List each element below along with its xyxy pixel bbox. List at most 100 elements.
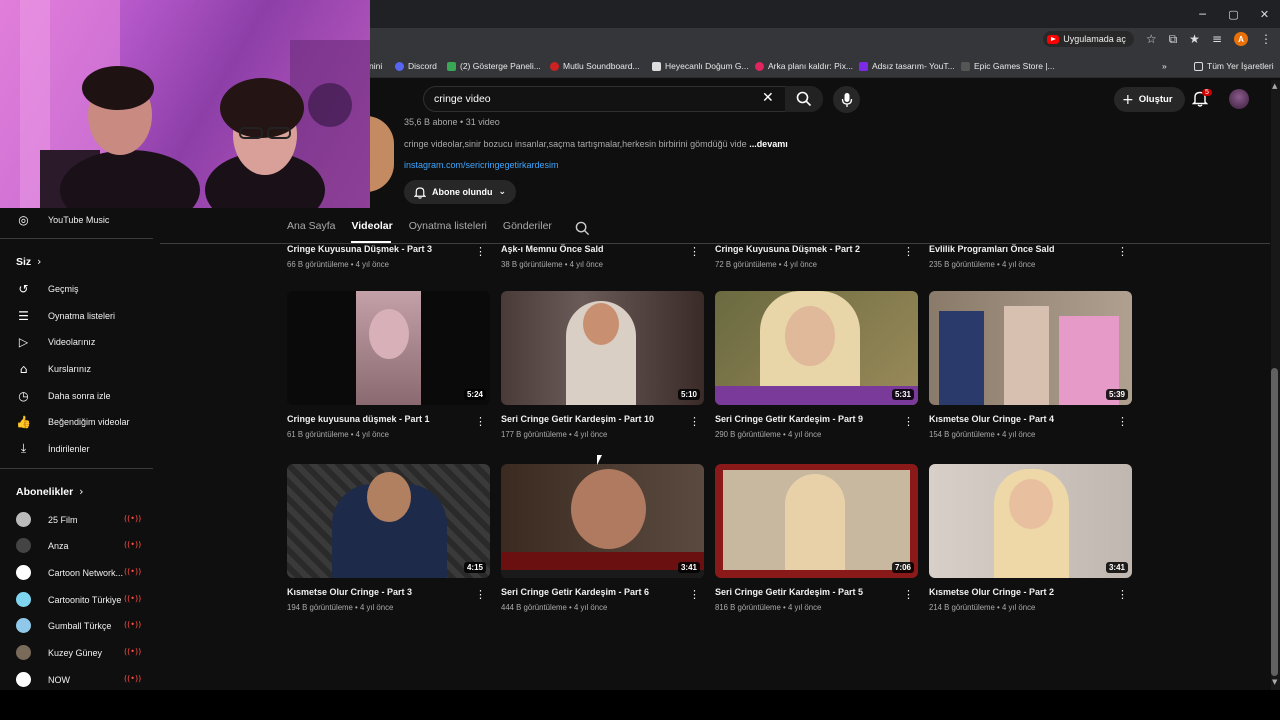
video-card[interactable]: Cringe Kuyusuna Düşmek - Part 2 72 B gör… (715, 244, 918, 269)
more-options-icon[interactable]: ⋮ (903, 415, 914, 428)
more-options-icon[interactable]: ⋮ (689, 245, 700, 258)
more-options-icon[interactable]: ⋮ (903, 245, 914, 258)
video-title[interactable]: Cringe Kuyusuna Düşmek - Part 2 (715, 244, 918, 254)
sidebar-subscription-item[interactable]: Anza (16, 538, 69, 553)
bookmark-item[interactable]: Mutlu Soundboard... (550, 61, 640, 71)
bookmark-item[interactable]: (2) Gösterge Paneli... (447, 61, 541, 71)
tab-posts[interactable]: Gönderiler (503, 220, 552, 240)
more-options-icon[interactable]: ⋮ (1117, 415, 1128, 428)
account-avatar[interactable] (1229, 89, 1249, 109)
sidebar-subscription-item[interactable]: 25 Film (16, 512, 78, 527)
video-title[interactable]: Seri Cringe Getir Kardeşim - Part 9 (715, 414, 918, 424)
sidebar-item-watch-later[interactable]: ◷ Daha sonra izle (16, 388, 110, 403)
video-thumbnail[interactable]: 5:10 (501, 291, 704, 405)
more-options-icon[interactable]: ⋮ (903, 588, 914, 601)
scrollbar-thumb[interactable] (1271, 368, 1278, 676)
bookmark-item[interactable]: Epic Games Store |... (961, 61, 1055, 71)
video-thumbnail[interactable]: 5:24 (287, 291, 490, 405)
video-thumbnail[interactable]: 5:39 (929, 291, 1132, 405)
channel-avatar[interactable] (366, 116, 394, 192)
channel-external-link[interactable]: instagram.com/sericringegetirkardesim (404, 160, 559, 170)
all-bookmarks-folder[interactable]: Tüm Yer İşaretleri (1194, 61, 1274, 71)
bookmark-star-icon[interactable]: ☆ (1146, 32, 1157, 46)
voice-search-button[interactable] (833, 86, 860, 113)
sidebar-subscription-item[interactable]: Kuzey Güney (16, 645, 102, 660)
open-in-app-button[interactable]: Uygulamada aç (1043, 31, 1134, 47)
media-control-icon[interactable]: ≡ (1212, 32, 1222, 46)
video-title[interactable]: Kısmetse Olur Cringe - Part 3 (287, 587, 490, 597)
video-card[interactable]: 3:41 Seri Cringe Getir Kardeşim - Part 6… (501, 464, 704, 612)
channel-description[interactable]: cringe videolar,sinir bozucu insanlar,sa… (404, 139, 788, 149)
scroll-up-icon[interactable]: ▲ (1272, 82, 1277, 90)
more-options-icon[interactable]: ⋮ (1117, 588, 1128, 601)
more-options-icon[interactable]: ⋮ (475, 415, 486, 428)
bookmark-item[interactable]: Arka planı kaldır: Pix... (755, 61, 853, 71)
video-card[interactable]: 7:06 Seri Cringe Getir Kardeşim - Part 5… (715, 464, 918, 612)
video-duration: 7:06 (891, 562, 914, 573)
bookmarks-icon[interactable]: ★ (1189, 32, 1200, 46)
video-card[interactable]: 3:41 Kısmetse Olur Cringe - Part 2 214 B… (929, 464, 1132, 612)
video-thumbnail[interactable]: 7:06 (715, 464, 918, 578)
video-card[interactable]: 5:24 Cringe kuyusuna düşmek - Part 1 61 … (287, 291, 490, 439)
sidebar-item-your-videos[interactable]: ▷ Videolarınız (16, 334, 96, 349)
video-title[interactable]: Seri Cringe Getir Kardeşim - Part 6 (501, 587, 704, 597)
video-card[interactable]: 5:39 Kısmetse Olur Cringe - Part 4 154 B… (929, 291, 1132, 439)
clear-search-icon[interactable]: ✕ (762, 90, 774, 106)
channel-search-icon[interactable] (575, 221, 590, 236)
more-options-icon[interactable]: ⋮ (689, 415, 700, 428)
minimize-button[interactable]: ─ (1187, 0, 1218, 28)
maximize-button[interactable]: ▢ (1218, 0, 1249, 28)
more-options-icon[interactable]: ⋮ (475, 245, 486, 258)
bookmark-item[interactable]: Heyecanlı Doğum G... (652, 61, 749, 71)
video-card[interactable]: 5:31 Seri Cringe Getir Kardeşim - Part 9… (715, 291, 918, 439)
video-title[interactable]: Cringe kuyusuna düşmek - Part 1 (287, 414, 490, 424)
create-button[interactable]: + Oluştur (1114, 87, 1185, 112)
bookmarks-overflow-icon[interactable]: » (1162, 61, 1167, 71)
extensions-icon[interactable]: ⧉ (1169, 32, 1178, 47)
browser-profile-avatar[interactable]: A (1234, 32, 1248, 46)
video-card[interactable]: Evlilik Programları Önce Sald 235 B görü… (929, 244, 1132, 269)
description-more-link[interactable]: ...devamı (749, 139, 788, 149)
video-thumbnail[interactable]: 3:41 (501, 464, 704, 578)
sidebar-subscription-item[interactable]: Cartoon Network... (16, 565, 123, 580)
more-options-icon[interactable]: ⋮ (689, 588, 700, 601)
video-title[interactable]: Kısmetse Olur Cringe - Part 4 (929, 414, 1132, 424)
bookmark-item[interactable]: nini (369, 61, 382, 71)
scroll-down-icon[interactable]: ▼ (1272, 678, 1277, 686)
bookmark-item[interactable]: Discord (395, 61, 437, 71)
video-title[interactable]: Seri Cringe Getir Kardeşim - Part 10 (501, 414, 704, 424)
tab-videos[interactable]: Videolar (351, 220, 392, 240)
video-title[interactable]: Seri Cringe Getir Kardeşim - Part 5 (715, 587, 918, 597)
sidebar-you-heading[interactable]: Siz › (16, 256, 41, 268)
tab-home[interactable]: Ana Sayfa (287, 220, 335, 240)
video-title[interactable]: Evlilik Programları Önce Sald (929, 244, 1132, 254)
subscribed-button[interactable]: Abone olundu ⌄ (404, 180, 517, 204)
bookmark-item[interactable]: Adsız tasarım- YouT... (859, 61, 955, 71)
video-title[interactable]: Cringe Kuyusuna Düşmek - Part 3 (287, 244, 490, 254)
sidebar-item-history[interactable]: ↺ Geçmiş (16, 281, 78, 296)
video-card[interactable]: 4:15 Kısmetse Olur Cringe - Part 3 194 B… (287, 464, 490, 612)
more-options-icon[interactable]: ⋮ (475, 588, 486, 601)
sidebar-subscriptions-heading[interactable]: Abonelikler › (16, 486, 83, 498)
video-title[interactable]: Aşk-ı Memnu Önce Sald (501, 244, 704, 254)
sidebar-item-youtube-music[interactable]: ◎ YouTube Music (16, 212, 109, 227)
video-thumbnail[interactable]: 5:31 (715, 291, 918, 405)
tab-playlists[interactable]: Oynatma listeleri (409, 220, 487, 240)
close-window-button[interactable]: ✕ (1249, 0, 1280, 28)
sidebar-subscription-item[interactable]: Cartoonito Türkiye (16, 592, 121, 607)
video-card[interactable]: 5:10 Seri Cringe Getir Kardeşim - Part 1… (501, 291, 704, 439)
video-thumbnail[interactable]: 4:15 (287, 464, 490, 578)
sidebar-item-downloads[interactable]: ⤓ İndirilenler (16, 441, 90, 456)
video-thumbnail[interactable]: 3:41 (929, 464, 1132, 578)
video-card[interactable]: Aşk-ı Memnu Önce Sald 38 B görüntüleme •… (501, 244, 704, 269)
sidebar-item-playlists[interactable]: ☰ Oynatma listeleri (16, 308, 115, 323)
sidebar-subscription-item[interactable]: Gumball Türkçe (16, 618, 111, 633)
browser-menu-icon[interactable]: ⋮ (1260, 32, 1272, 46)
sidebar-item-courses[interactable]: ⌂ Kurslarınız (16, 361, 91, 376)
sidebar-item-liked-videos[interactable]: 👍 Beğendiğim videolar (16, 414, 130, 429)
video-title[interactable]: Kısmetse Olur Cringe - Part 2 (929, 587, 1132, 597)
search-button[interactable] (785, 86, 823, 112)
more-options-icon[interactable]: ⋮ (1117, 245, 1128, 258)
sidebar-subscription-item[interactable]: NOW (16, 672, 70, 687)
video-card[interactable]: Cringe Kuyusuna Düşmek - Part 3 66 B gör… (287, 244, 490, 269)
